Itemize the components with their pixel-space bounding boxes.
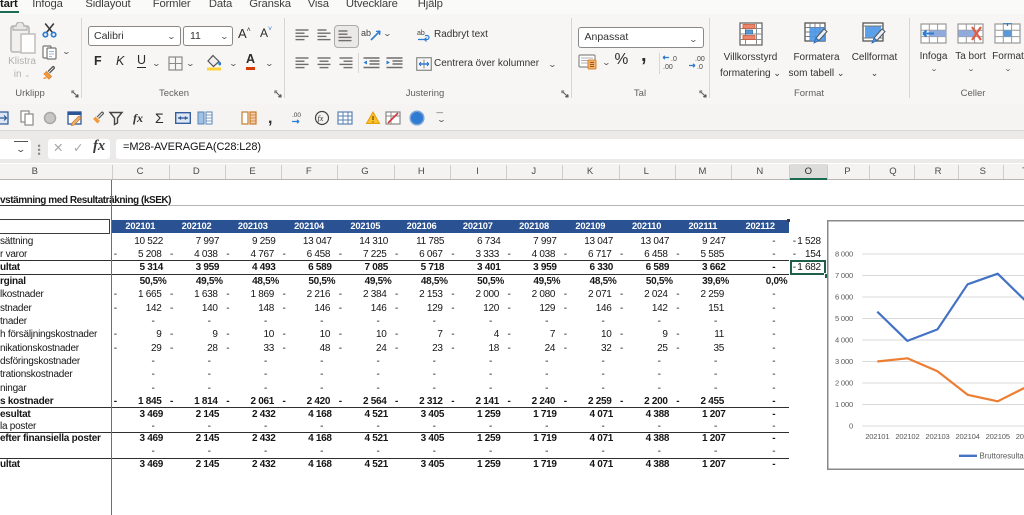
svg-text:7 000: 7 000 bbox=[834, 271, 852, 280]
svg-text:fx: fx bbox=[133, 111, 143, 125]
svg-text:ab: ab bbox=[417, 30, 425, 37]
svg-text:202106: 202106 bbox=[1015, 432, 1024, 441]
svg-text:.00: .00 bbox=[663, 64, 673, 70]
svg-text:202105: 202105 bbox=[985, 432, 1009, 441]
svg-text:fx: fx bbox=[317, 114, 323, 123]
svg-text:202102: 202102 bbox=[895, 432, 919, 441]
svg-text:.00: .00 bbox=[292, 112, 301, 119]
svg-text:6 000: 6 000 bbox=[834, 292, 852, 301]
svg-text:8 000: 8 000 bbox=[834, 249, 852, 258]
svg-text:5 000: 5 000 bbox=[834, 314, 852, 323]
svg-text:3 000: 3 000 bbox=[834, 357, 852, 366]
svg-text:Σ: Σ bbox=[155, 110, 164, 126]
svg-text:.0: .0 bbox=[671, 56, 677, 63]
svg-text:202104: 202104 bbox=[955, 432, 979, 441]
svg-text:2 000: 2 000 bbox=[834, 378, 852, 387]
svg-text:Bruttoresultat: Bruttoresultat bbox=[979, 451, 1024, 460]
svg-text:4 000: 4 000 bbox=[834, 335, 852, 344]
svg-text:1 000: 1 000 bbox=[834, 400, 852, 409]
svg-text:,: , bbox=[268, 110, 272, 126]
svg-text:ab: ab bbox=[361, 28, 371, 38]
svg-text:202103: 202103 bbox=[925, 432, 949, 441]
svg-text:202101: 202101 bbox=[865, 432, 889, 441]
svg-text:0: 0 bbox=[848, 421, 852, 430]
